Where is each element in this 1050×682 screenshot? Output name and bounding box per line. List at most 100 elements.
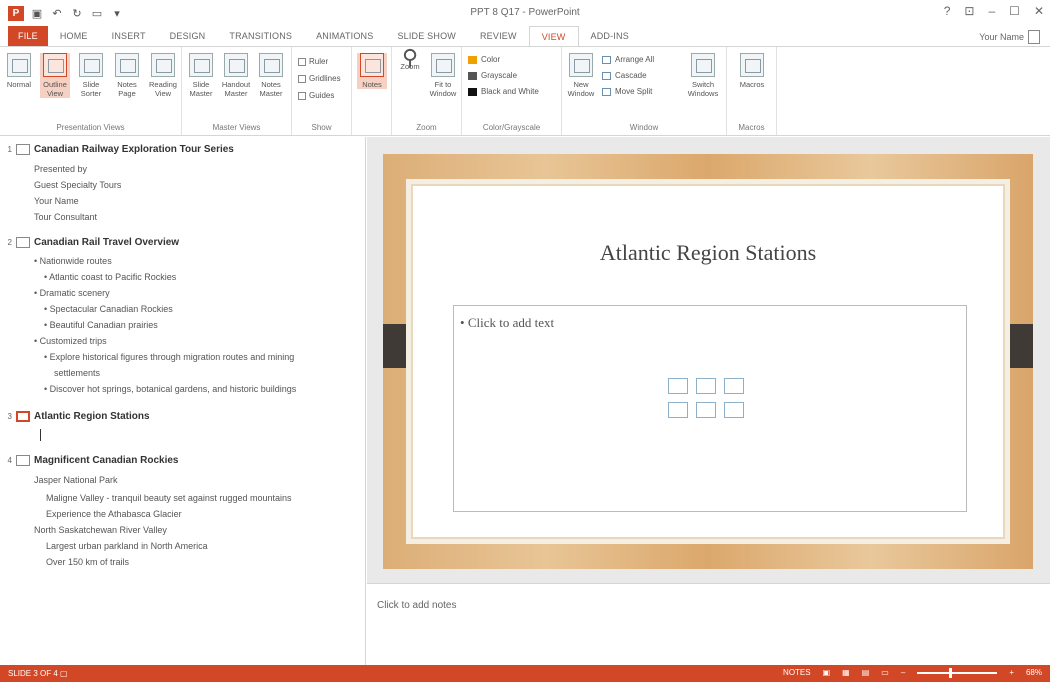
group-label: Color/Grayscale xyxy=(482,123,541,132)
outline-line[interactable]: Maligne Valley - tranquil beauty set aga… xyxy=(46,493,291,503)
cascade-button[interactable]: Cascade xyxy=(602,71,647,80)
cascade-label: Cascade xyxy=(615,71,647,80)
ribbon-display-icon[interactable]: ⊡ xyxy=(964,4,974,18)
outline-line[interactable]: • Discover hot springs, botanical garden… xyxy=(44,384,296,394)
normal-view-label: Normal xyxy=(6,80,32,89)
zoom-in-icon[interactable]: + xyxy=(1009,668,1014,677)
tab-slide-show[interactable]: SLIDE SHOW xyxy=(385,26,468,46)
outline-slide-3[interactable]: 3 Atlantic Region Stations xyxy=(6,411,150,422)
slide-thumbnail-icon xyxy=(16,455,30,466)
outline-line[interactable]: Presented by xyxy=(34,164,87,174)
maximize-icon[interactable]: ☐ xyxy=(1009,4,1020,18)
normal-view-button[interactable]: Normal xyxy=(4,53,34,89)
outline-slide-2[interactable]: 2 Canadian Rail Travel Overview xyxy=(6,237,179,248)
tab-transitions[interactable]: TRANSITIONS xyxy=(217,26,304,46)
help-icon[interactable]: ? xyxy=(944,4,951,18)
tab-file[interactable]: FILE xyxy=(8,26,48,46)
grayscale-button[interactable]: Grayscale xyxy=(468,71,517,80)
group-label: Zoom xyxy=(416,123,437,132)
insert-online-picture-icon[interactable] xyxy=(696,402,716,418)
tab-insert[interactable]: INSERT xyxy=(100,26,158,46)
checkbox-box xyxy=(298,91,306,100)
outline-line[interactable]: • Dramatic scenery xyxy=(34,288,110,298)
guides-checkbox[interactable]: Guides xyxy=(298,91,334,100)
insert-video-icon[interactable] xyxy=(724,402,744,418)
zoom-slider-knob[interactable] xyxy=(949,667,953,678)
outline-line[interactable]: Experience the Athabasca Glacier xyxy=(46,509,182,519)
insert-table-icon[interactable] xyxy=(668,378,688,394)
slide-sorter-button[interactable]: Slide Sorter xyxy=(76,53,106,98)
outline-line[interactable]: • Explore historical figures through mig… xyxy=(44,352,294,362)
tab-view[interactable]: VIEW xyxy=(528,26,579,46)
gridlines-checkbox[interactable]: Gridlines xyxy=(298,74,341,83)
zoom-level[interactable]: 68% xyxy=(1026,668,1042,677)
slide-show-status-icon[interactable]: ▭ xyxy=(881,668,889,677)
move-split-button[interactable]: Move Split xyxy=(602,87,652,96)
zoom-out-icon[interactable]: – xyxy=(901,668,905,677)
insert-chart-icon[interactable] xyxy=(696,378,716,394)
tab-home[interactable]: HOME xyxy=(48,26,100,46)
insert-smartart-icon[interactable] xyxy=(724,378,744,394)
minimize-icon[interactable]: – xyxy=(988,4,995,18)
normal-view-status-icon[interactable]: ▣ xyxy=(823,668,831,677)
tab-design[interactable]: DESIGN xyxy=(158,26,218,46)
spelling-icon[interactable]: ▢ xyxy=(60,669,68,678)
zoom-button[interactable]: ⚲ Zoom xyxy=(395,47,425,72)
move-split-icon xyxy=(602,87,611,96)
outline-pane[interactable]: 1 Canadian Railway Exploration Tour Seri… xyxy=(0,137,366,665)
window-title: PPT 8 Q17 - PowerPoint xyxy=(470,7,580,18)
slide-title[interactable]: Atlantic Region Stations xyxy=(413,240,1003,266)
outline-line[interactable]: Jasper National Park xyxy=(34,475,118,485)
slide-thumbnail-icon xyxy=(16,237,30,248)
insert-content-icons xyxy=(668,378,758,418)
handout-master-button[interactable]: Handout Master xyxy=(221,53,251,98)
black-and-white-button[interactable]: Black and White xyxy=(468,87,539,96)
outline-line[interactable]: Largest urban parkland in North America xyxy=(46,541,208,551)
slide-master-button[interactable]: Slide Master xyxy=(186,53,216,98)
tab-review[interactable]: REVIEW xyxy=(468,26,529,46)
window-controls: ? ⊡ – ☐ ✕ xyxy=(944,4,1044,18)
ruler-checkbox[interactable]: Ruler xyxy=(298,57,328,66)
tab-animations[interactable]: ANIMATIONS xyxy=(304,26,385,46)
outline-line[interactable]: • Beautiful Canadian prairies xyxy=(44,320,158,330)
outline-line[interactable]: Tour Consultant xyxy=(34,212,97,222)
slide-canvas[interactable]: Atlantic Region Stations • Click to add … xyxy=(383,154,1033,569)
arrange-all-button[interactable]: Arrange All xyxy=(602,55,654,64)
reading-view-status-icon[interactable]: ▤ xyxy=(862,668,870,677)
macros-button[interactable]: Macros xyxy=(737,53,767,89)
close-icon[interactable]: ✕ xyxy=(1034,4,1044,18)
user-account[interactable]: Your Name xyxy=(979,30,1040,44)
reading-view-button[interactable]: Reading View xyxy=(148,53,178,98)
slide-sorter-status-icon[interactable]: ▦ xyxy=(842,668,850,677)
color-button[interactable]: Color xyxy=(468,55,500,64)
fit-to-window-button[interactable]: Fit to Window xyxy=(428,53,458,98)
outline-slide-1[interactable]: 1 Canadian Railway Exploration Tour Seri… xyxy=(6,144,234,155)
content-placeholder[interactable]: • Click to add text xyxy=(453,305,967,512)
outline-view-button[interactable]: Outline View xyxy=(40,53,70,98)
outline-line[interactable]: Over 150 km of trails xyxy=(46,557,129,567)
notes-toggle[interactable]: NOTES xyxy=(783,668,811,677)
switch-windows-button[interactable]: Switch Windows xyxy=(684,53,722,98)
notes-page-button[interactable]: Notes Page xyxy=(112,53,142,98)
notes-pane[interactable]: Click to add notes xyxy=(367,583,1050,665)
new-window-label: New Window xyxy=(567,80,595,98)
outline-line[interactable]: • Spectacular Canadian Rockies xyxy=(44,304,173,314)
outline-line[interactable]: settlements xyxy=(54,368,100,378)
notes-button[interactable]: Notes xyxy=(357,53,387,89)
insert-picture-icon[interactable] xyxy=(668,402,688,418)
outline-line[interactable]: • Customized trips xyxy=(34,336,107,346)
outline-line[interactable]: Guest Specialty Tours xyxy=(34,180,121,190)
outline-line[interactable]: North Saskatchewan River Valley xyxy=(34,525,167,535)
outline-line[interactable]: Your Name xyxy=(34,196,79,206)
slide-title-text: Canadian Rail Travel Overview xyxy=(34,237,180,248)
notes-master-button[interactable]: Notes Master xyxy=(256,53,286,98)
tab-add-ins[interactable]: ADD-INS xyxy=(579,26,641,46)
ribbon-tabs: FILE HOME INSERT DESIGN TRANSITIONS ANIM… xyxy=(0,26,1050,46)
outline-line[interactable]: • Nationwide routes xyxy=(34,256,112,266)
outline-slide-4[interactable]: 4 Magnificent Canadian Rockies xyxy=(6,455,178,466)
ruler-label: Ruler xyxy=(309,57,329,66)
slide-counter: SLIDE 3 OF 4 xyxy=(8,669,58,678)
outline-line[interactable]: • Atlantic coast to Pacific Rockies xyxy=(44,272,176,282)
zoom-slider[interactable] xyxy=(917,667,998,678)
new-window-button[interactable]: New Window xyxy=(566,53,596,98)
